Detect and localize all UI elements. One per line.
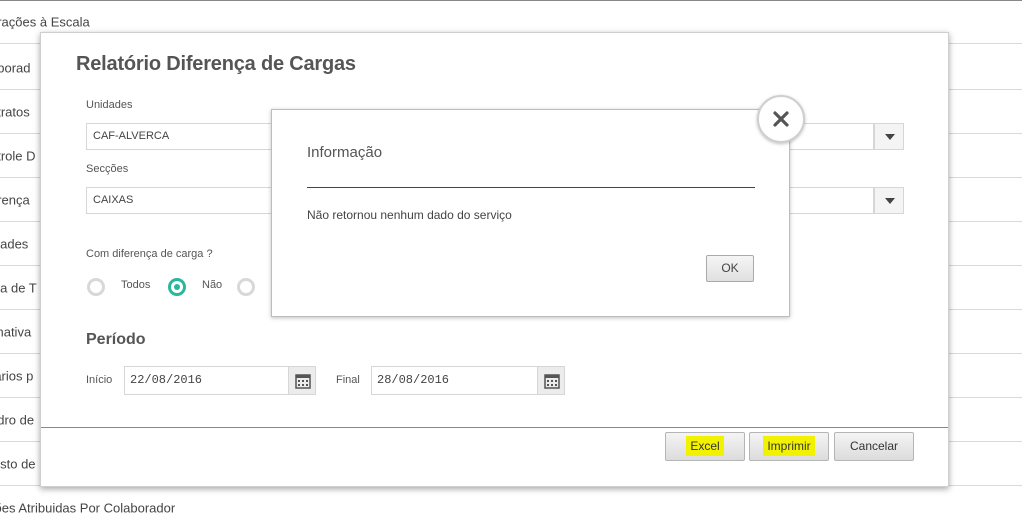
radio-todos[interactable] xyxy=(87,278,105,296)
info-dialog: Informação Não retornou nenhum dado do s… xyxy=(271,109,790,317)
footer-divider xyxy=(41,427,948,428)
dialog-divider xyxy=(307,187,755,188)
close-icon[interactable] xyxy=(757,95,805,143)
seccoes-label: Secções xyxy=(86,163,129,175)
imprimir-button[interactable]: Imprimir xyxy=(749,432,829,461)
dialog-message: Não retornou nenhum dado do serviço xyxy=(307,208,512,222)
chevron-down-icon[interactable] xyxy=(874,123,904,150)
inicio-label: Início xyxy=(86,374,113,386)
unidades-label: Unidades xyxy=(86,99,133,111)
final-label: Final xyxy=(336,374,360,386)
calendar-icon[interactable] xyxy=(537,366,565,395)
radio-nao-label: Não xyxy=(202,279,223,291)
periodo-title: Período xyxy=(86,331,146,348)
chevron-down-icon[interactable] xyxy=(874,187,904,214)
excel-button[interactable]: Excel xyxy=(665,432,745,461)
radio-nao[interactable] xyxy=(168,278,186,296)
excel-button-label: Excel xyxy=(686,436,724,456)
ok-button[interactable]: OK xyxy=(706,255,754,282)
final-date-field[interactable]: 28/08/2016 xyxy=(371,366,538,395)
dialog-title: Informação xyxy=(307,144,383,161)
list-item[interactable]: ções Atribuidas Por Colaborador xyxy=(0,486,1022,530)
cancel-button[interactable]: Cancelar xyxy=(834,432,914,461)
radio-sim[interactable] xyxy=(237,278,255,296)
radio-todos-label: Todos xyxy=(121,279,151,291)
calendar-icon[interactable] xyxy=(288,366,316,395)
inicio-date-field[interactable]: 22/08/2016 xyxy=(124,366,289,395)
modal-title: Relatório Diferença de Cargas xyxy=(76,53,356,75)
imprimir-button-label: Imprimir xyxy=(763,436,815,456)
carga-label: Com diferença de carga ? xyxy=(86,248,213,260)
